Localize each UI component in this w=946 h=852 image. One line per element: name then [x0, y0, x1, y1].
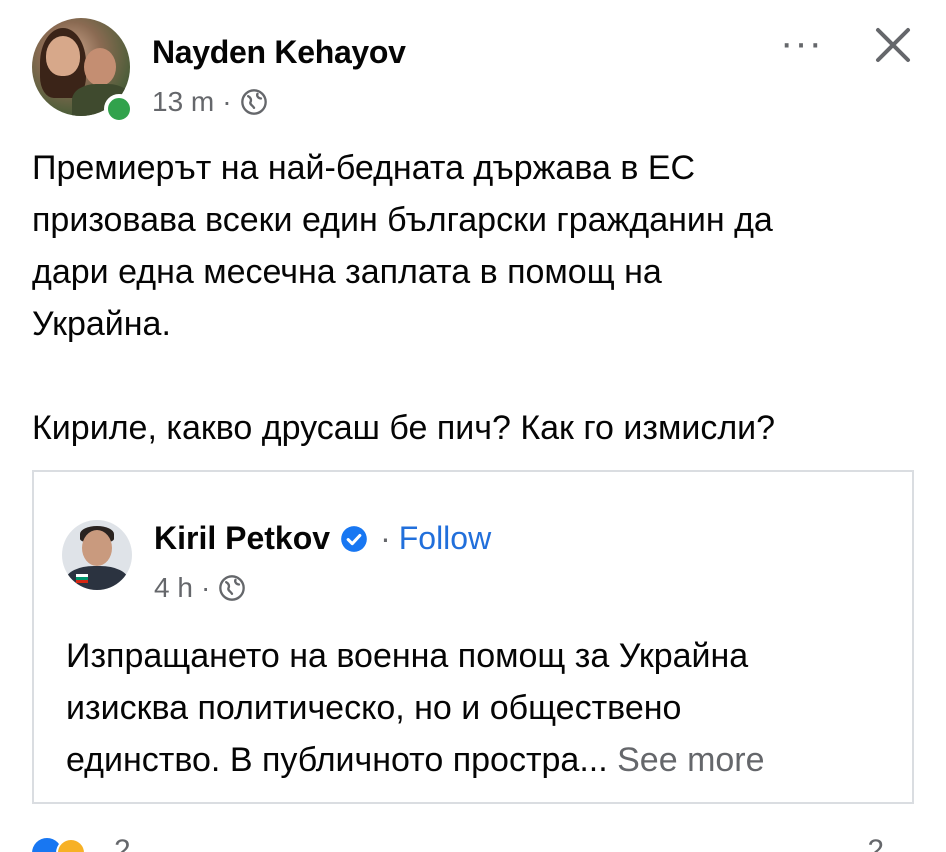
close-icon[interactable]	[868, 20, 918, 70]
meta-separator: ·	[200, 572, 211, 603]
follow-separator: ·	[380, 520, 391, 556]
post-meta: 13 m ·	[152, 86, 268, 118]
follow-button[interactable]: Follow	[399, 520, 491, 557]
bulgarian-flag-icon	[76, 574, 88, 583]
shared-post-card[interactable]: Kiril Petkov · Follow 4 h · Изпращането …	[32, 470, 914, 804]
shared-post-text: Изпращането на военна помощ за Украйна и…	[66, 630, 896, 786]
globe-icon	[240, 89, 267, 115]
shared-author-row: Kiril Petkov · Follow	[154, 520, 491, 557]
haha-reaction-icon[interactable]	[56, 838, 86, 852]
avatar-figure	[46, 36, 80, 76]
post-footer: 2 2	[32, 832, 914, 852]
online-status-icon	[104, 94, 134, 124]
more-options-icon[interactable]: ···	[780, 23, 823, 63]
see-more-link[interactable]: See more	[608, 741, 764, 779]
meta-separator: ·	[222, 86, 232, 117]
reactions-count[interactable]: 2	[114, 834, 131, 852]
post-text: Премиерът на най-бедната държава в ЕС пр…	[32, 149, 776, 447]
verified-badge-icon	[341, 525, 367, 552]
shared-author-avatar[interactable]	[62, 520, 132, 590]
comments-count[interactable]: 2	[867, 834, 884, 852]
post-timestamp[interactable]: 13 m	[152, 86, 214, 118]
avatar-figure	[84, 48, 116, 86]
shared-post-timestamp[interactable]: 4 h	[154, 572, 193, 604]
post-author-name[interactable]: Nayden Kehayov	[152, 34, 406, 71]
shared-post-meta: 4 h ·	[154, 572, 246, 604]
avatar-figure	[82, 530, 112, 566]
shared-author-name[interactable]: Kiril Petkov	[154, 520, 330, 557]
globe-icon	[219, 575, 246, 601]
facebook-post: Nayden Kehayov 13 m · ··· Премиерът на н…	[0, 0, 946, 852]
